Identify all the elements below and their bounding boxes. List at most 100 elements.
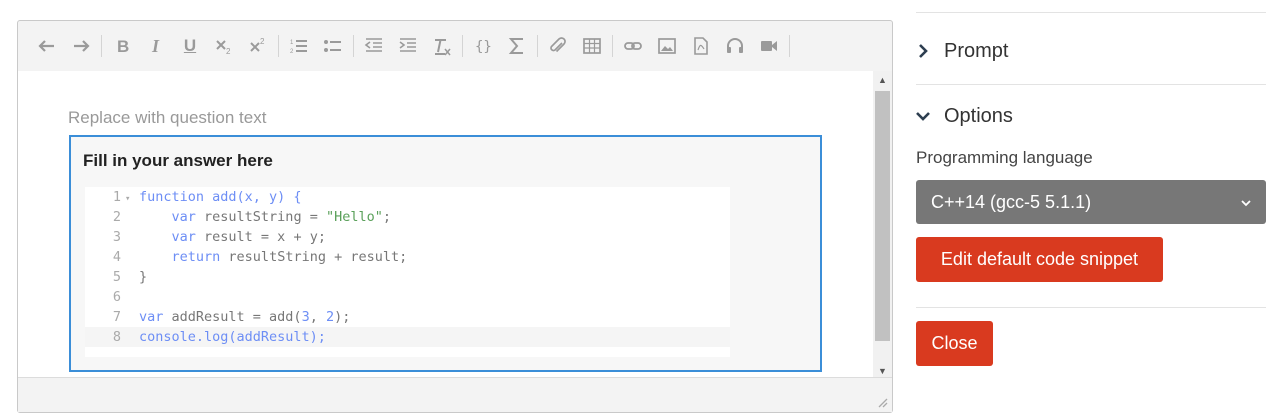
code-line: 1 ▾ function add(x, y) {: [85, 187, 730, 207]
indent-button[interactable]: [391, 31, 425, 61]
code-line: 2 var resultString = "Hello";: [85, 207, 730, 227]
answer-box[interactable]: Fill in your answer here 1 ▾ function add(…: [69, 135, 822, 372]
video-camera-icon: [761, 41, 777, 51]
line-number: 5: [112, 269, 121, 285]
line-number: 3: [112, 229, 121, 245]
panel-divider: [916, 307, 1266, 308]
clear-format-icon: [435, 39, 451, 56]
numbered-list-icon: 12: [290, 40, 307, 55]
toolbar-divider: [353, 35, 354, 57]
code-line: 7 var addResult = add(3, 2);: [85, 307, 730, 327]
undo-icon: [38, 40, 54, 52]
indent-icon: [399, 38, 416, 52]
toolbar-divider: [537, 35, 538, 57]
programming-language-label: Programming language: [916, 148, 1093, 167]
chevron-down-icon: [916, 112, 930, 121]
options-section-label: Options: [944, 104, 1013, 127]
resize-grip-icon[interactable]: [876, 396, 888, 408]
code-line: 3 var result = x + y;: [85, 227, 730, 247]
subscript-icon: 2: [216, 40, 231, 56]
code-text: console.log(addResult);: [139, 329, 326, 345]
link-icon: [624, 42, 642, 50]
code-line: 5}: [85, 267, 730, 287]
line-number: 2: [112, 209, 121, 225]
svg-text:2: 2: [260, 37, 265, 46]
redo-button[interactable]: [64, 31, 98, 61]
options-section-toggle[interactable]: Options: [916, 96, 1013, 136]
svg-text:I: I: [151, 36, 160, 56]
prompt-section-toggle[interactable]: Prompt: [916, 31, 1008, 71]
line-number: 4: [112, 249, 121, 265]
toolbar-divider: [789, 35, 790, 57]
chevron-down-icon: [1241, 200, 1251, 207]
toolbar-divider: [101, 35, 102, 57]
redo-icon: [74, 40, 90, 52]
clear-format-button[interactable]: [425, 31, 459, 61]
scroll-up-arrow-icon[interactable]: ▲: [873, 71, 892, 88]
programming-language-select[interactable]: C++14 (gcc-5 5.1.1): [916, 180, 1266, 224]
code-text: }: [139, 269, 148, 285]
table-button[interactable]: [575, 31, 609, 61]
toolbar-divider: [612, 35, 613, 57]
underline-button[interactable]: U: [173, 31, 207, 61]
code-button[interactable]: {}: [466, 31, 500, 61]
answer-box-title: Fill in your answer here: [83, 151, 273, 170]
code-text: function add(x, y) {: [139, 189, 302, 205]
editor-content-area[interactable]: Replace with question text Fill in your …: [18, 71, 874, 379]
code-text: var result = x + y;: [171, 229, 326, 245]
svg-text:1: 1: [290, 40, 294, 46]
formula-button[interactable]: [500, 31, 534, 61]
superscript-button[interactable]: 2: [241, 31, 275, 61]
bullet-list-button[interactable]: [316, 31, 350, 61]
edit-default-code-snippet-button[interactable]: Edit default code snippet: [916, 237, 1163, 282]
bullet-list-icon: [324, 40, 341, 52]
undo-button[interactable]: [30, 31, 64, 61]
scroll-thumb[interactable]: [875, 91, 890, 341]
subscript-button[interactable]: 2: [207, 31, 241, 61]
headphones-icon: [727, 38, 743, 53]
rich-text-editor: B I U 2 2 12 {} Replace with question te…: [17, 20, 893, 413]
italic-button[interactable]: I: [139, 31, 173, 61]
code-braces-icon: {}: [475, 39, 492, 55]
svg-text:2: 2: [226, 47, 231, 56]
panel-divider: [916, 84, 1266, 85]
line-number: 7: [112, 309, 121, 325]
image-icon: [658, 38, 676, 54]
code-line: 4 return resultString + result;: [85, 247, 730, 267]
fold-arrow-icon[interactable]: ▾: [125, 189, 139, 209]
editor-statusbar: [18, 377, 892, 412]
video-button[interactable]: [752, 31, 786, 61]
outdent-icon: [364, 38, 382, 52]
editor-scrollbar[interactable]: ▲ ▼: [873, 71, 892, 379]
code-text: return resultString + result;: [171, 249, 408, 265]
svg-text:B: B: [117, 37, 129, 56]
prompt-section-label: Prompt: [944, 39, 1009, 62]
chevron-right-icon: [919, 44, 928, 58]
image-button[interactable]: [650, 31, 684, 61]
code-text: var addResult = add(3, 2);: [139, 309, 351, 325]
italic-icon: I: [151, 36, 160, 56]
pdf-button[interactable]: [684, 31, 718, 61]
sigma-icon: [508, 38, 523, 54]
numbered-list-button[interactable]: 12: [282, 31, 316, 61]
question-text-placeholder[interactable]: Replace with question text: [68, 108, 266, 128]
toolbar-divider: [462, 35, 463, 57]
line-number: 6: [112, 289, 121, 305]
line-number: 8: [112, 329, 121, 345]
toolbar-divider: [278, 35, 279, 57]
audio-button[interactable]: [718, 31, 752, 61]
code-editor[interactable]: 1 ▾ function add(x, y) { 2 var resultStrin…: [85, 187, 730, 357]
svg-text:2: 2: [290, 49, 294, 55]
outdent-button[interactable]: [357, 31, 391, 61]
svg-text:{}: {}: [475, 39, 492, 55]
code-line-active: 8 console.log(addResult);: [85, 327, 730, 347]
pdf-file-icon: [694, 37, 708, 55]
link-button[interactable]: [616, 31, 650, 61]
bold-button[interactable]: B: [105, 31, 139, 61]
close-button[interactable]: Close: [916, 321, 993, 366]
attachment-button[interactable]: [541, 31, 575, 61]
editor-toolbar: B I U 2 2 12 {}: [18, 21, 892, 71]
underline-icon: U: [183, 36, 197, 55]
code-line: 6: [85, 287, 730, 307]
superscript-icon: 2: [250, 37, 265, 52]
